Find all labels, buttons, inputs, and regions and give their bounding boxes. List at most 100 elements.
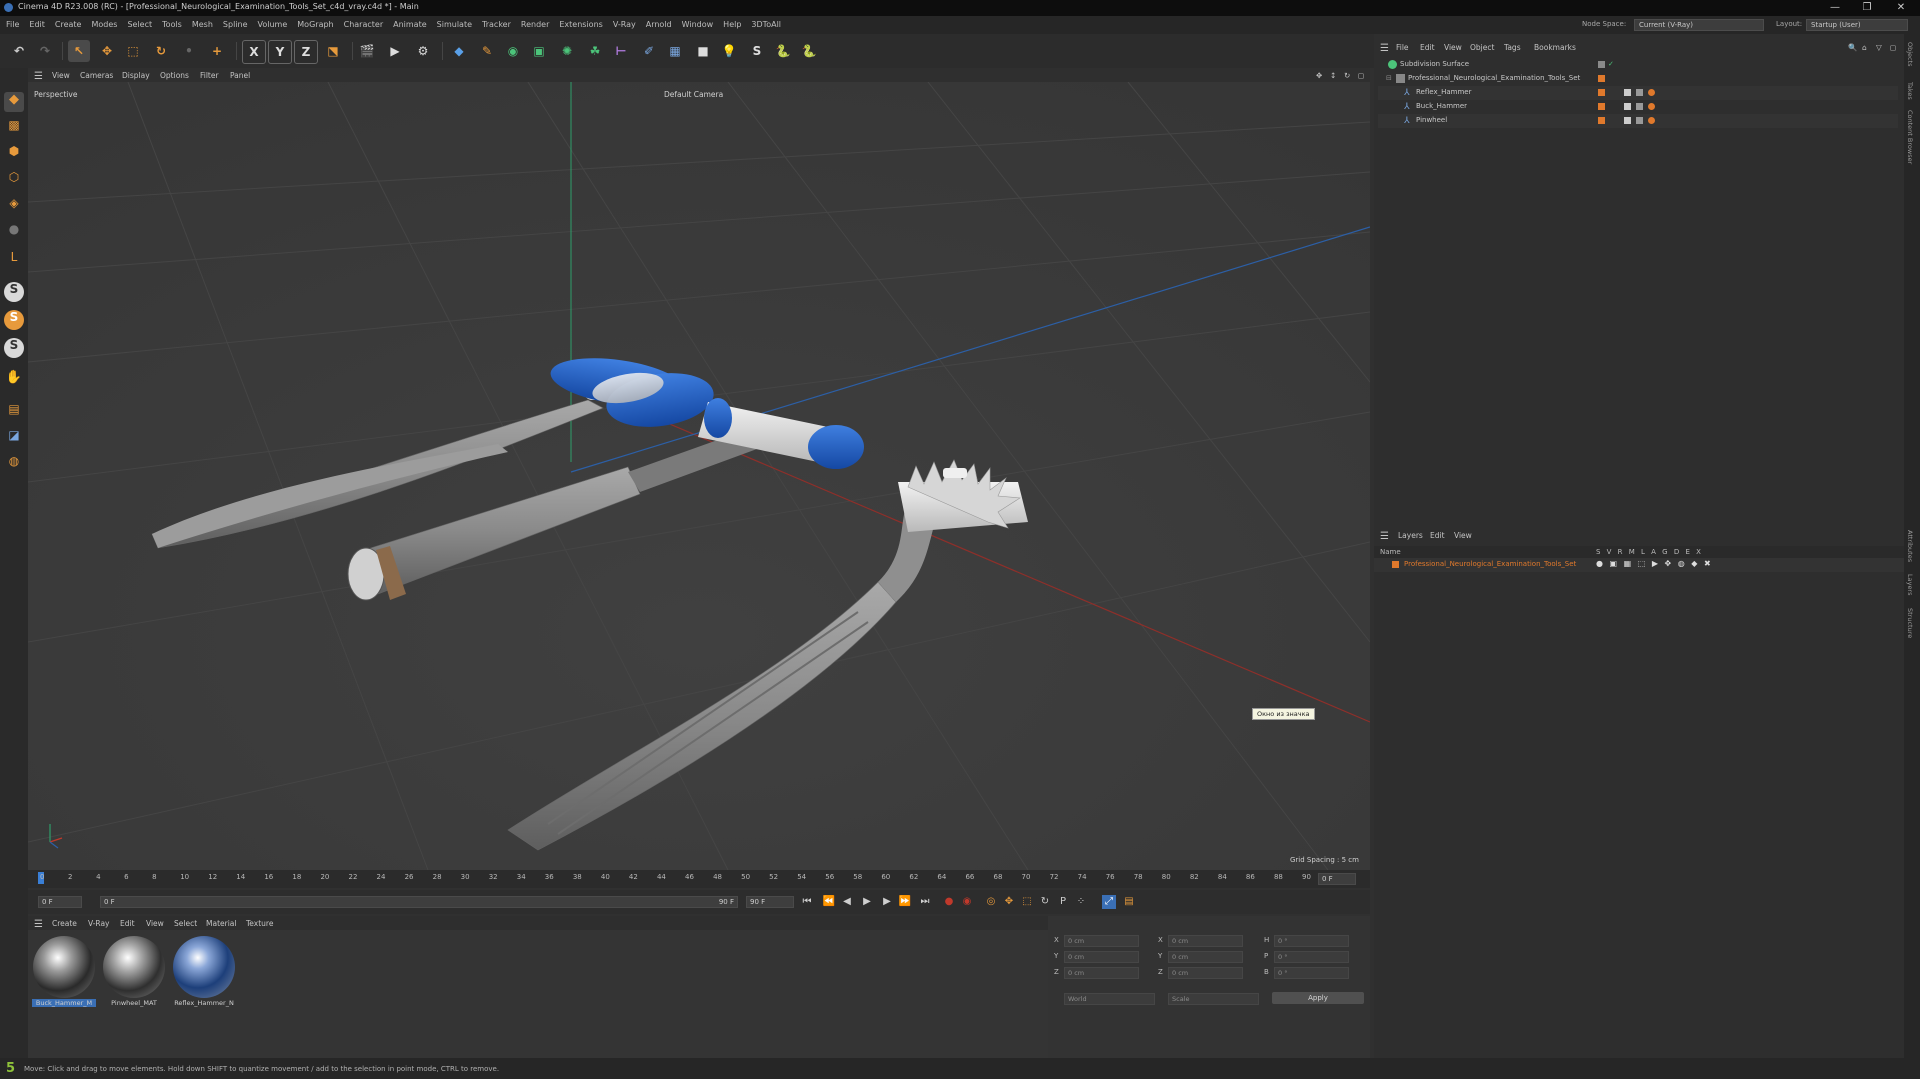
object-row-reflex-hammer[interactable]: ⅄ Reflex_Hammer (1378, 86, 1898, 100)
phong-tag-icon[interactable] (1624, 117, 1631, 124)
menu-extensions[interactable]: Extensions (559, 20, 602, 29)
3d-viewport[interactable] (28, 82, 1370, 870)
position-x-field[interactable]: 0 cm (1064, 935, 1139, 947)
current-frame-field[interactable]: 0 F (1318, 873, 1356, 885)
rotation-key-icon[interactable]: ↻ (1038, 895, 1052, 909)
layer-color-swatch[interactable] (1598, 117, 1605, 124)
size-mode-dropdown[interactable]: Scale (1168, 993, 1259, 1005)
layer-color-swatch[interactable] (1598, 89, 1605, 96)
motion-path-icon[interactable]: ⤢ (1102, 895, 1116, 909)
hamburger-icon[interactable]: ☰ (34, 71, 43, 82)
redo-icon[interactable]: ↷ (34, 40, 56, 62)
menu-arnold[interactable]: Arnold (646, 20, 672, 29)
om-menu-view[interactable]: View (1444, 43, 1462, 52)
layer-color-swatch[interactable] (1392, 561, 1399, 568)
points-mode-icon[interactable]: ⬢ (4, 144, 24, 164)
autokey-icon[interactable]: ◉ (960, 895, 974, 909)
menu-tracker[interactable]: Tracker (482, 20, 511, 29)
viewport-menu-cameras[interactable]: Cameras (80, 71, 113, 80)
material-tag-icon[interactable] (1636, 117, 1643, 124)
axis-y-lock-button[interactable]: Y (268, 40, 292, 64)
menu-mesh[interactable]: Mesh (192, 20, 213, 29)
polygons-mode-icon[interactable]: ◈ (4, 196, 24, 216)
snap-icon[interactable]: S (4, 282, 24, 302)
menu-select[interactable]: Select (127, 20, 152, 29)
om-menu-edit[interactable]: Edit (1420, 43, 1435, 52)
maximize-button[interactable]: ❐ (1852, 1, 1882, 15)
scale-key-icon[interactable]: ⬚ (1020, 895, 1034, 909)
timeline-window-icon[interactable]: ▤ (1122, 895, 1136, 909)
material-menu-edit[interactable]: Edit (120, 919, 135, 928)
transform-tool-icon[interactable]: + (206, 40, 228, 62)
layer-menu-layers[interactable]: Layers (1398, 531, 1423, 540)
phong-tag-icon[interactable] (1624, 103, 1631, 110)
viewport-menu-display[interactable]: Display (122, 71, 150, 80)
menu-edit[interactable]: Edit (29, 20, 45, 29)
render-view-icon[interactable]: 🎬 (356, 40, 378, 62)
menu-simulate[interactable]: Simulate (437, 20, 472, 29)
previous-key-icon[interactable]: ⏪ (822, 895, 836, 909)
material-hamburger-icon[interactable]: ☰ (34, 919, 43, 930)
floor-environment-icon[interactable]: ▦ (664, 40, 686, 62)
menu-create[interactable]: Create (55, 20, 82, 29)
python-script-icon[interactable]: S (746, 40, 768, 62)
axis-z-lock-button[interactable]: Z (294, 40, 318, 64)
menu-tools[interactable]: Tools (162, 20, 182, 29)
rotation-b-field[interactable]: 0 ° (1274, 967, 1349, 979)
layer-color-swatch[interactable] (1598, 61, 1605, 68)
next-key-icon[interactable]: ⏩ (898, 895, 912, 909)
material-swatch[interactable]: Buck_Hammer_M (32, 936, 96, 1010)
parameter-key-icon[interactable]: P (1056, 895, 1070, 909)
layout-dropdown[interactable]: Startup (User) (1806, 19, 1908, 31)
enable-axis-icon[interactable]: L (4, 250, 24, 270)
layer-row[interactable]: Professional_Neurological_Examination_To… (1374, 558, 1904, 572)
apply-button[interactable]: Apply (1272, 992, 1364, 1004)
layer-color-swatch[interactable] (1598, 103, 1605, 110)
recent-tool-icon[interactable]: • (178, 40, 200, 62)
undo-icon[interactable]: ↶ (8, 40, 30, 62)
om-menu-file[interactable]: File (1396, 43, 1409, 52)
model-mode-icon[interactable]: ◆ (4, 92, 24, 112)
position-key-icon[interactable]: ✥ (1002, 895, 1016, 909)
menu-volume[interactable]: Volume (258, 20, 288, 29)
material-menu-view[interactable]: View (146, 919, 164, 928)
viewport-menu-options[interactable]: Options (160, 71, 189, 80)
object-row-tools-set[interactable]: ⊟ Professional_Neurological_Examination_… (1378, 72, 1898, 86)
render-picture-viewer-icon[interactable]: ▶ (384, 40, 406, 62)
viewport-menu-filter[interactable]: Filter (200, 71, 219, 80)
field-icon[interactable]: ✐ (638, 40, 660, 62)
side-tab-objects[interactable]: Objects (1906, 42, 1914, 67)
om-menu-tags[interactable]: Tags (1504, 43, 1521, 52)
maximize-view-icon[interactable]: ◻ (1358, 71, 1364, 80)
pen-spline-icon[interactable]: ✎ (476, 40, 498, 62)
point-level-key-icon[interactable]: ⁘ (1074, 895, 1088, 909)
coordinate-mode-dropdown[interactable]: World (1064, 993, 1155, 1005)
viewport-menu-panel[interactable]: Panel (230, 71, 250, 80)
material-swatch[interactable]: Pinwheel_MAT (102, 936, 166, 1010)
object-row-buck-hammer[interactable]: ⅄ Buck_Hammer (1378, 100, 1898, 114)
size-x-field[interactable]: 0 cm (1168, 935, 1243, 947)
viewport-menu-view[interactable]: View (52, 71, 70, 80)
menu-render[interactable]: Render (521, 20, 549, 29)
object-row-pinwheel[interactable]: ⅄ Pinwheel (1378, 114, 1898, 128)
cloner-icon[interactable]: ✺ (556, 40, 578, 62)
keyframe-selection-icon[interactable]: ◎ (984, 895, 998, 909)
light-icon[interactable]: 💡 (718, 40, 740, 62)
phong-tag-icon[interactable] (1624, 89, 1631, 96)
lock-workplane-icon[interactable]: ◪ (4, 428, 24, 448)
object-axis-icon[interactable]: ● (4, 222, 24, 242)
quantize-snap-icon[interactable]: S (4, 338, 24, 358)
coordinate-system-icon[interactable]: ⬔ (322, 40, 344, 62)
rotation-p-field[interactable]: 0 ° (1274, 951, 1349, 963)
mograph-effector-icon[interactable]: ☘ (584, 40, 606, 62)
max-frame-field[interactable]: 90 F (746, 896, 794, 908)
material-menu-create[interactable]: Create (52, 919, 77, 928)
om-home-icon[interactable]: ⌂ (1862, 43, 1867, 52)
uvw-tag-icon[interactable] (1648, 117, 1655, 124)
side-tab-structure[interactable]: Structure (1906, 608, 1914, 638)
select-tool-icon[interactable]: ↖ (68, 40, 90, 62)
move-tool-icon[interactable]: ✥ (96, 40, 118, 62)
om-hamburger-icon[interactable]: ☰ (1380, 43, 1389, 54)
layer-flag-icons[interactable]: ● ▣ ▦ ⬚ ▶ ✥ ◍ ◆ ✖ (1596, 559, 1713, 568)
material-tag-icon[interactable] (1636, 89, 1643, 96)
